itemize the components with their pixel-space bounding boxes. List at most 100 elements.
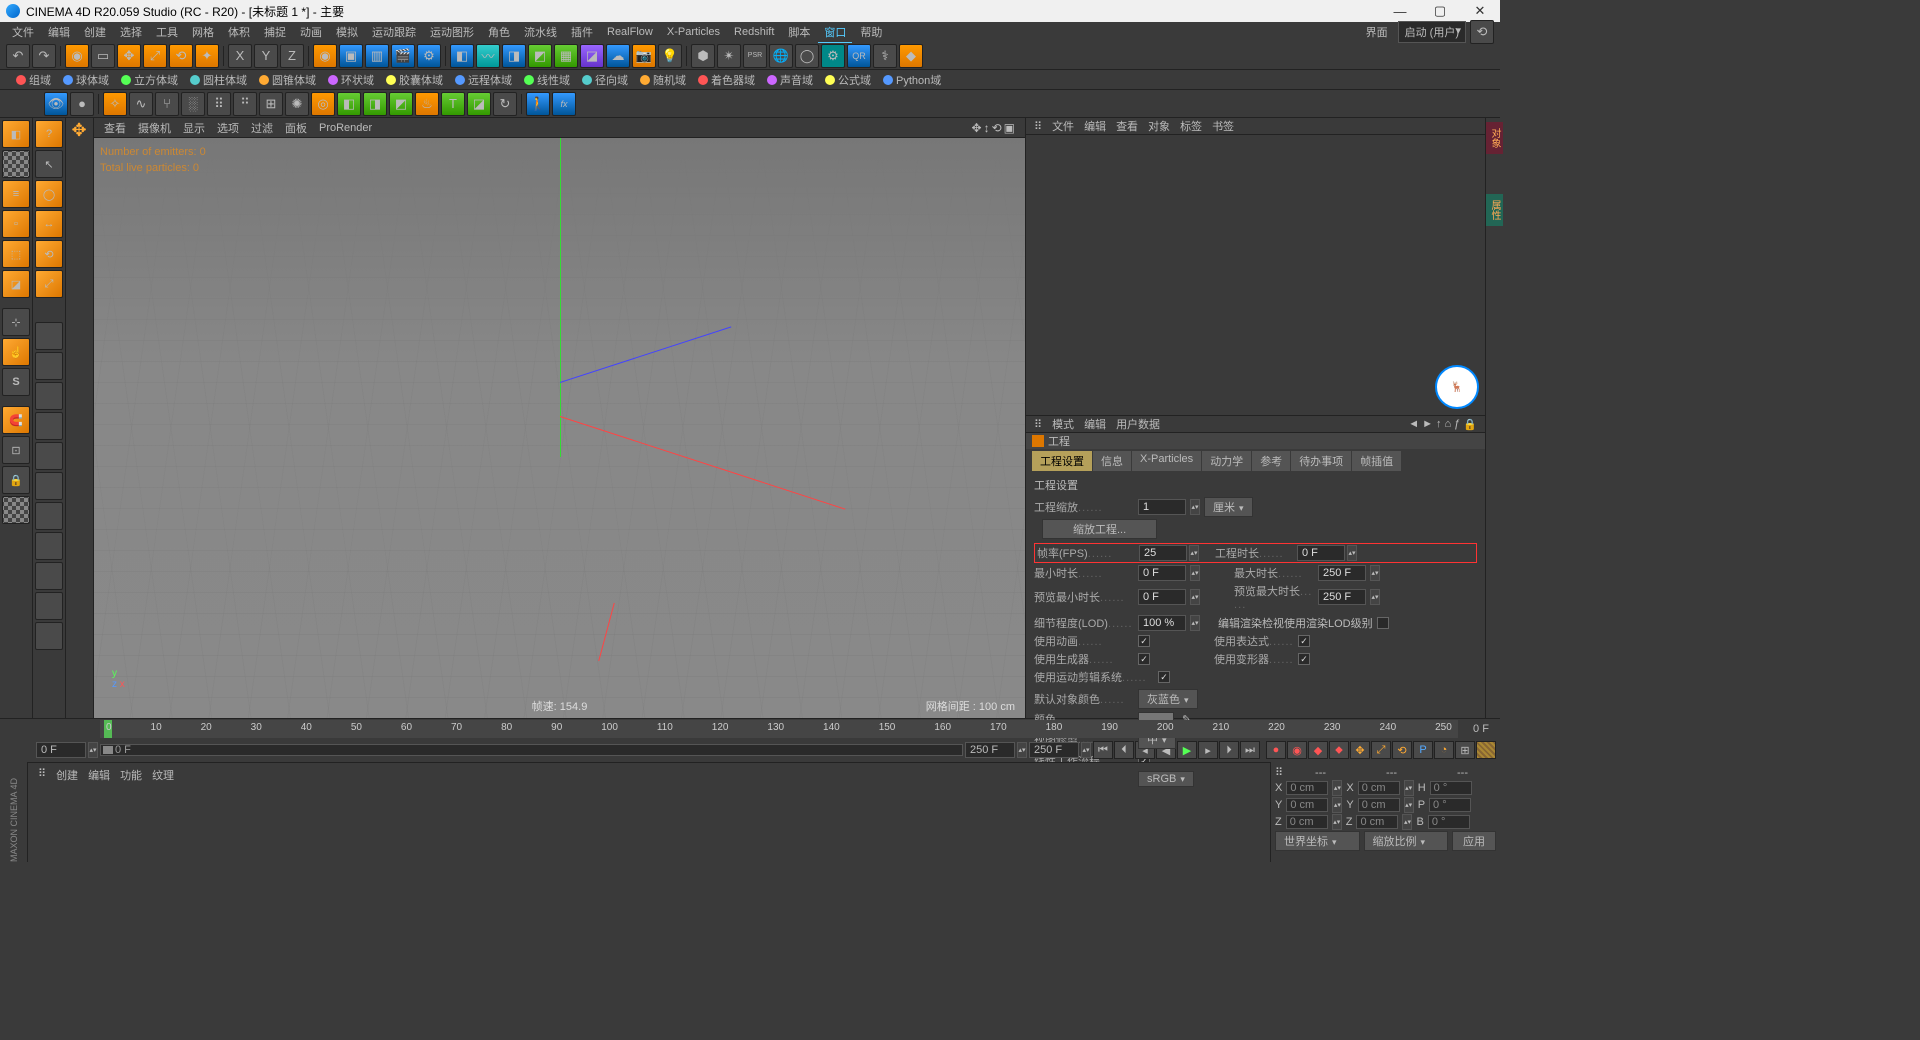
mat-function[interactable]: 功能 xyxy=(120,767,142,783)
usemc-check[interactable] xyxy=(1158,671,1170,683)
recent-tool-icon[interactable]: ✦ xyxy=(195,44,219,68)
close-button[interactable]: ✕ xyxy=(1460,0,1500,22)
xp-globe-icon[interactable]: 🌐 xyxy=(769,44,793,68)
prevmax-field[interactable]: 250 F xyxy=(1318,589,1366,605)
tab-reference[interactable]: 参考 xyxy=(1252,451,1290,471)
mat-texture[interactable]: 纹理 xyxy=(152,767,174,783)
b-rot[interactable]: 0 ° xyxy=(1428,815,1470,829)
layout-select[interactable]: 启动 (用户) xyxy=(1398,21,1466,43)
xp-eye-icon[interactable]: 👁 xyxy=(44,92,68,116)
attr-home-icon[interactable]: ⌂ xyxy=(1445,418,1452,431)
object-manager-tree[interactable]: 🦌 xyxy=(1026,135,1485,415)
field-capsule[interactable]: 胶囊体域 xyxy=(382,72,447,88)
redo-icon[interactable]: ↷ xyxy=(32,44,56,68)
minlen-field[interactable]: 0 F xyxy=(1138,565,1186,581)
model-mode-icon[interactable]: ◧ xyxy=(2,120,30,148)
next-frame-icon[interactable]: ▸ xyxy=(1198,741,1218,759)
view-menu-display[interactable]: 显示 xyxy=(183,120,205,136)
array-icon[interactable]: ▦ xyxy=(554,44,578,68)
attr-up-icon[interactable]: ↑ xyxy=(1436,418,1442,431)
dim11-icon[interactable] xyxy=(35,622,63,650)
end2-spin[interactable]: ▴▾ xyxy=(1081,742,1091,758)
key-opt2-icon[interactable]: ⤢ xyxy=(1371,741,1391,759)
start-spin[interactable]: ▴▾ xyxy=(88,742,98,758)
field-python[interactable]: Python域 xyxy=(879,72,945,88)
edge-mode-icon[interactable]: ⬚ xyxy=(2,240,30,268)
menu-create[interactable]: 创建 xyxy=(78,22,112,42)
key-opt1-icon[interactable]: ✥ xyxy=(1350,741,1370,759)
zoom-project-button[interactable]: 缩放工程... xyxy=(1042,519,1157,539)
wand-icon[interactable]: ⚕ xyxy=(873,44,897,68)
view-nav3-icon[interactable]: ⟲ xyxy=(992,121,1002,135)
field-torus[interactable]: 环状域 xyxy=(324,72,378,88)
xp-cube3-icon[interactable]: ◩ xyxy=(389,92,413,116)
menu-help[interactable]: 帮助 xyxy=(854,22,888,42)
qr-icon[interactable]: QR xyxy=(847,44,871,68)
viewport[interactable]: Number of emitters: 0 Total live particl… xyxy=(94,138,1025,718)
start-frame-field[interactable]: 0 F xyxy=(36,742,86,758)
polygon-mode-icon[interactable]: ◪ xyxy=(2,270,30,298)
attr-fn-icon[interactable]: ƒ xyxy=(1454,418,1460,431)
cube-primitive-icon[interactable]: ◧ xyxy=(450,44,474,68)
xp-system-icon[interactable]: ⬢ xyxy=(691,44,715,68)
p-rot[interactable]: 0 ° xyxy=(1429,798,1471,812)
attr-userdata[interactable]: 用户数据 xyxy=(1116,416,1160,432)
lod-check[interactable] xyxy=(1377,617,1389,629)
view-menu-prorender[interactable]: ProRender xyxy=(319,122,372,134)
xp-branch-icon[interactable]: ⑂ xyxy=(155,92,179,116)
keyframe-icon[interactable]: ◆ xyxy=(1308,741,1328,759)
xp-cube1-icon[interactable]: ◧ xyxy=(337,92,361,116)
usedef-check[interactable] xyxy=(1298,653,1310,665)
quantize-icon[interactable]: ⊡ xyxy=(2,436,30,464)
tab-interp[interactable]: 帧插值 xyxy=(1352,451,1401,471)
maximize-button[interactable]: ▢ xyxy=(1420,0,1460,22)
xp-text-icon[interactable]: T xyxy=(441,92,465,116)
om-file[interactable]: 文件 xyxy=(1052,118,1074,134)
axis-z-icon[interactable]: Z xyxy=(280,44,304,68)
xp-dot1-icon[interactable]: ● xyxy=(70,92,94,116)
view-menu-panel[interactable]: 面板 xyxy=(285,120,307,136)
tab-info[interactable]: 信息 xyxy=(1093,451,1131,471)
autokey-icon[interactable]: ◉ xyxy=(1287,741,1307,759)
key-all-icon[interactable]: ⬥ xyxy=(1329,741,1349,759)
attr-back-icon[interactable]: ◄ xyxy=(1408,418,1419,431)
dim6-icon[interactable] xyxy=(35,472,63,500)
dim7-icon[interactable] xyxy=(35,502,63,530)
om-edit[interactable]: 编辑 xyxy=(1084,118,1106,134)
field-group[interactable]: 组域 xyxy=(12,72,55,88)
prevmin-spin[interactable]: ▴▾ xyxy=(1190,589,1200,605)
menu-snap[interactable]: 捕捉 xyxy=(258,22,292,42)
view-nav1-icon[interactable]: ✥ xyxy=(972,121,982,135)
render-region-icon[interactable]: ▥ xyxy=(365,44,389,68)
menu-file[interactable]: 文件 xyxy=(6,22,40,42)
menu-xparticles[interactable]: X-Particles xyxy=(661,24,726,40)
menu-character[interactable]: 角色 xyxy=(482,22,516,42)
xp-grid-icon[interactable]: ⊞ xyxy=(259,92,283,116)
dim8-icon[interactable] xyxy=(35,532,63,560)
scale-spin[interactable]: ▴▾ xyxy=(1190,499,1200,515)
field-cube[interactable]: 立方体域 xyxy=(117,72,182,88)
field-cone[interactable]: 圆锥体域 xyxy=(255,72,320,88)
film-icon[interactable] xyxy=(1476,741,1496,759)
dots-icon2[interactable]: ⠿ xyxy=(1034,418,1042,431)
y-scale[interactable]: 0 cm xyxy=(1358,798,1400,812)
key-opt6-icon[interactable]: ⊞ xyxy=(1455,741,1475,759)
menu-edit[interactable]: 编辑 xyxy=(42,22,76,42)
menu-window[interactable]: 窗口 xyxy=(818,22,852,43)
render-view-icon[interactable]: ▣ xyxy=(339,44,363,68)
fps-spin[interactable]: ▴▾ xyxy=(1189,545,1199,561)
next-key-icon[interactable]: ⏵ xyxy=(1219,741,1239,759)
maxlen-spin[interactable]: ▴▾ xyxy=(1370,565,1380,581)
menu-realflow[interactable]: RealFlow xyxy=(601,24,659,40)
menu-mograph[interactable]: 运动图形 xyxy=(424,22,480,42)
end-spin[interactable]: ▴▾ xyxy=(1017,742,1027,758)
field-shader[interactable]: 着色器域 xyxy=(694,72,759,88)
xps[interactable]: ▴▾ xyxy=(1332,780,1342,796)
layout-reset-icon[interactable]: ⟲ xyxy=(1470,20,1494,44)
scale-icon[interactable]: ⤢ xyxy=(143,44,167,68)
z-scale[interactable]: 0 cm xyxy=(1356,815,1398,829)
menu-plugins[interactable]: 插件 xyxy=(565,22,599,42)
dim4-icon[interactable] xyxy=(35,412,63,440)
prevmin-field[interactable]: 0 F xyxy=(1138,589,1186,605)
menu-tracker[interactable]: 运动跟踪 xyxy=(366,22,422,42)
